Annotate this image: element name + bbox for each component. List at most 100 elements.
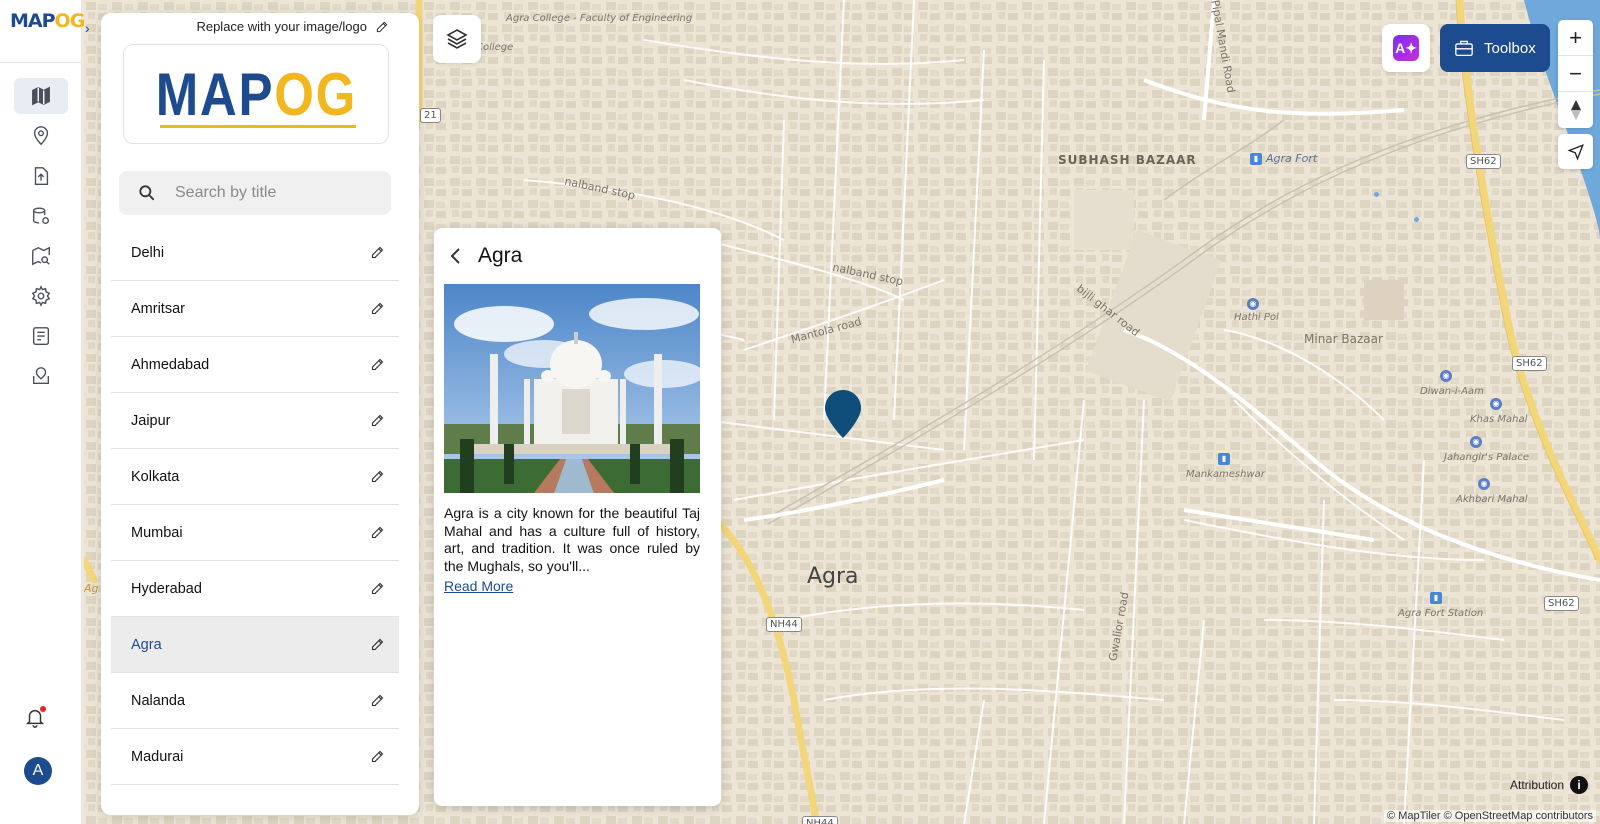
road-shield: SH62 <box>1512 356 1547 371</box>
zoom-out-button[interactable]: − <box>1558 56 1593 92</box>
list-item-label: Kolkata <box>131 468 180 485</box>
card-description: Agra is a city known for the beautiful T… <box>444 505 700 574</box>
notifications-button[interactable] <box>24 706 48 730</box>
location-list: Delhi Amritsar Ahmedabad Jaipur Kolkata Mumba… <box>111 225 399 785</box>
rail-item-upload[interactable] <box>14 158 68 194</box>
list-item-hyderabad[interactable]: Hyderabad <box>111 561 399 617</box>
pencil-icon[interactable] <box>370 357 385 372</box>
rail-item-location[interactable] <box>14 118 68 154</box>
search-icon <box>139 185 155 201</box>
map-label-jahangirs-palace: Jahangir's Palace <box>1444 452 1529 463</box>
attribution-toggle[interactable]: Attribution i <box>1510 776 1589 794</box>
rail-divider <box>0 62 82 63</box>
list-item-label: Agra <box>131 636 162 653</box>
train-station-icon: ▮ <box>1218 453 1230 465</box>
map-label-diwan-i-aam: Diwan-i-Aam <box>1420 386 1484 397</box>
location-pin-icon <box>33 126 49 146</box>
map-copyright: © MapTiler © OpenStreetMap contributors <box>1384 810 1596 822</box>
pencil-icon[interactable] <box>370 245 385 260</box>
list-item-mumbai[interactable]: Mumbai <box>111 505 399 561</box>
road-shield: 21 <box>420 108 441 123</box>
list-item-label: Delhi <box>131 244 165 261</box>
map-label-agra-fort-station: Agra Fort Station <box>1398 608 1484 619</box>
water-dot <box>1414 217 1419 222</box>
user-avatar[interactable]: A <box>24 757 52 785</box>
landmark-icon: ◉ <box>1247 298 1259 310</box>
file-upload-icon <box>34 167 49 185</box>
taj-mahal-photo <box>444 284 700 493</box>
rail-item-map-check[interactable] <box>14 358 68 394</box>
card-title: Agra <box>478 244 523 267</box>
rail-item-checklist[interactable] <box>14 318 68 354</box>
info-icon: i <box>1570 776 1589 794</box>
pencil-icon[interactable] <box>370 693 385 708</box>
toolbox-button[interactable]: Toolbox <box>1440 24 1550 72</box>
map-label-agra-fort: Agra Fort <box>1266 152 1318 165</box>
layers-icon <box>446 29 468 49</box>
map-icon <box>32 86 50 106</box>
search-input[interactable] <box>175 184 375 202</box>
replace-logo-link[interactable]: Replace with your image/logo <box>196 19 389 34</box>
read-more-link[interactable]: Read More <box>444 578 513 594</box>
map-marker-agra[interactable] <box>825 390 861 438</box>
map-label-agra-college: Agra College - Faculty of Engineering <box>506 13 693 24</box>
rail-item-settings[interactable] <box>14 278 68 314</box>
zoom-controls: + − <box>1558 20 1593 128</box>
compass-button[interactable] <box>1558 92 1593 128</box>
locate-me-button[interactable] <box>1558 134 1593 169</box>
list-item-agra[interactable]: Agra <box>111 617 399 673</box>
replace-logo-text: Replace with your image/logo <box>196 19 367 34</box>
ai-assistant-button[interactable]: A ✦ <box>1382 24 1430 72</box>
landmark-icon: ◉ <box>1440 370 1452 382</box>
list-item-kolkata[interactable]: Kolkata <box>111 449 399 505</box>
map-label-minar-bazaar: Minar Bazaar <box>1304 332 1383 346</box>
road-shield: NH44 <box>802 816 838 824</box>
navigation-arrow-icon <box>1566 143 1584 161</box>
rail-logo[interactable]: MAPOG <box>10 10 85 32</box>
train-station-icon: ▮ <box>1250 153 1262 165</box>
notification-dot <box>40 706 46 712</box>
compass-icon <box>1570 100 1581 120</box>
landmark-icon: ◉ <box>1470 436 1482 448</box>
list-item-label: Amritsar <box>131 300 185 317</box>
pencil-icon[interactable] <box>370 301 385 316</box>
zoom-in-button[interactable]: + <box>1558 20 1593 56</box>
checklist-icon <box>32 327 50 345</box>
list-item-nalanda[interactable]: Nalanda <box>111 673 399 729</box>
app-root: Agra College - Faculty of Engineering Co… <box>0 0 1600 824</box>
map-label-subhash-bazaar: SUBHASH BAZAAR <box>1058 153 1197 167</box>
attribution-label: Attribution <box>1510 778 1565 792</box>
list-item-amritsar[interactable]: Amritsar <box>111 281 399 337</box>
road-shield: SH62 <box>1466 154 1501 169</box>
list-item-madurai[interactable]: Madurai <box>111 729 399 785</box>
list-item-label: Nalanda <box>131 692 186 709</box>
logo-text: MAPOG <box>155 60 357 128</box>
gear-icon <box>31 285 51 307</box>
location-detail-card: Agra Agra is a city known for the beauti… <box>434 228 721 806</box>
pencil-icon[interactable] <box>370 469 385 484</box>
train-station-icon: ▮ <box>1430 592 1442 604</box>
list-item-jaipur[interactable]: Jaipur <box>111 393 399 449</box>
map-label-agra-left: Ag <box>84 582 99 595</box>
map-search-icon <box>32 246 50 266</box>
rail-item-map-search[interactable] <box>14 238 68 274</box>
map-label-college: College <box>476 42 514 53</box>
map-check-icon <box>32 367 50 385</box>
database-settings-icon <box>32 207 50 225</box>
chevron-right-icon[interactable]: › <box>85 20 97 40</box>
pencil-icon[interactable] <box>370 581 385 596</box>
list-item-label: Hyderabad <box>131 580 202 597</box>
list-item-label: Mumbai <box>131 524 183 541</box>
pencil-icon[interactable] <box>370 637 385 652</box>
rail-item-map[interactable] <box>14 78 68 114</box>
layers-button[interactable] <box>433 15 481 63</box>
pencil-icon[interactable] <box>370 525 385 540</box>
search-box <box>119 171 391 215</box>
pencil-icon[interactable] <box>370 413 385 428</box>
list-item-ahmedabad[interactable]: Ahmedabad <box>111 337 399 393</box>
rail-item-data-settings[interactable] <box>14 198 68 234</box>
back-arrow-icon[interactable] <box>448 247 464 265</box>
pencil-icon[interactable] <box>370 749 385 764</box>
list-item-label: Madurai <box>131 748 184 765</box>
list-item-delhi[interactable]: Delhi <box>111 225 399 281</box>
